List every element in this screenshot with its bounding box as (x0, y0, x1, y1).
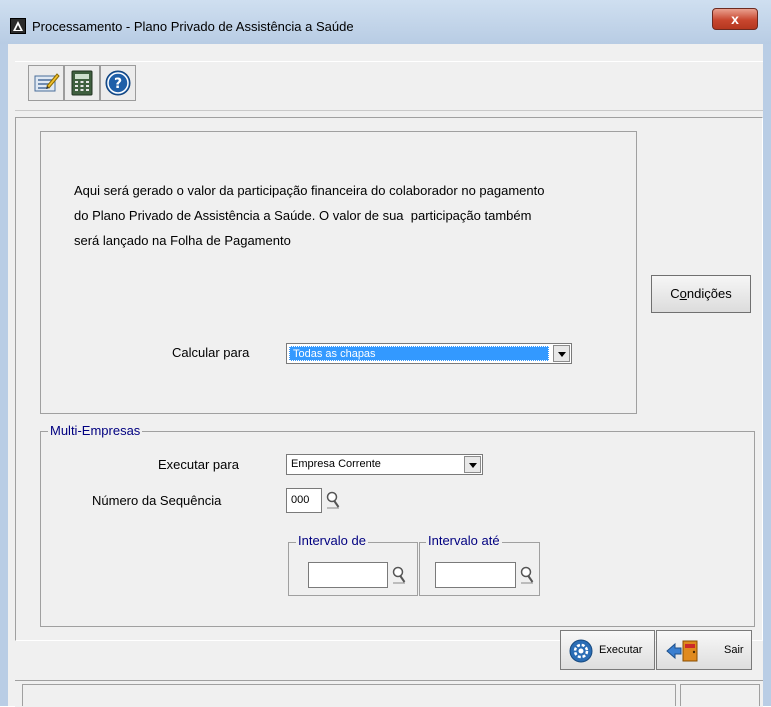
conditions-button[interactable]: Condições (651, 275, 751, 313)
status-pane-main (22, 684, 676, 706)
sequence-number-label: Número da Sequência (92, 493, 222, 508)
interval-to-input[interactable] (435, 562, 516, 588)
execute-for-value: Empresa Corrente (291, 458, 381, 470)
window-title: Processamento - Plano Privado de Assistê… (32, 19, 354, 34)
chevron-down-icon[interactable] (464, 456, 481, 473)
edit-button[interactable] (28, 65, 64, 101)
info-panel (40, 131, 637, 414)
info-description: Aqui será gerado o valor da participação… (74, 178, 644, 253)
svg-text:?: ? (114, 76, 122, 92)
conditions-label-prefix: C (670, 286, 680, 301)
calculate-for-select[interactable]: Todas as chapas (286, 343, 572, 364)
execute-button[interactable]: Executar (560, 630, 655, 670)
multi-empresas-legend: Multi-Empresas (48, 423, 143, 438)
exit-label: Sair (724, 644, 744, 656)
conditions-label-suffix: ndições (686, 286, 732, 301)
interval-to-legend: Intervalo até (426, 533, 502, 548)
info-line-3: será lançado na Folha de Pagamento (74, 233, 291, 248)
search-icon[interactable] (326, 491, 340, 509)
execute-for-label: Executar para (158, 457, 239, 472)
exit-door-icon (666, 640, 698, 662)
sequence-number-field[interactable]: 000 (286, 488, 322, 513)
close-button[interactable]: x (712, 8, 758, 30)
calculate-for-label: Calcular para (172, 345, 250, 360)
calculate-for-value: Todas as chapas (289, 346, 549, 361)
edit-icon (34, 73, 60, 92)
exit-button[interactable]: Sair (656, 630, 752, 670)
calculate-button[interactable] (64, 65, 100, 101)
calculator-icon (71, 70, 93, 96)
interval-from-input[interactable] (308, 562, 388, 588)
execute-label: Executar (599, 644, 643, 656)
info-line-2: do Plano Privado de Assistência a Saúde.… (74, 208, 532, 223)
execute-for-select[interactable]: Empresa Corrente (286, 454, 483, 475)
search-icon[interactable] (520, 566, 534, 584)
chevron-down-icon[interactable] (553, 345, 570, 362)
gear-icon (569, 639, 593, 663)
status-pane-secondary (680, 684, 760, 706)
app-icon (10, 18, 26, 34)
help-icon: ? (105, 70, 131, 96)
info-line-1: Aqui será gerado o valor da participação… (74, 183, 545, 198)
search-icon[interactable] (392, 566, 406, 584)
help-button[interactable]: ? (100, 65, 136, 101)
sequence-number-value: 000 (291, 494, 310, 506)
interval-from-legend: Intervalo de (296, 533, 368, 548)
conditions-accelerator: o (679, 286, 687, 301)
